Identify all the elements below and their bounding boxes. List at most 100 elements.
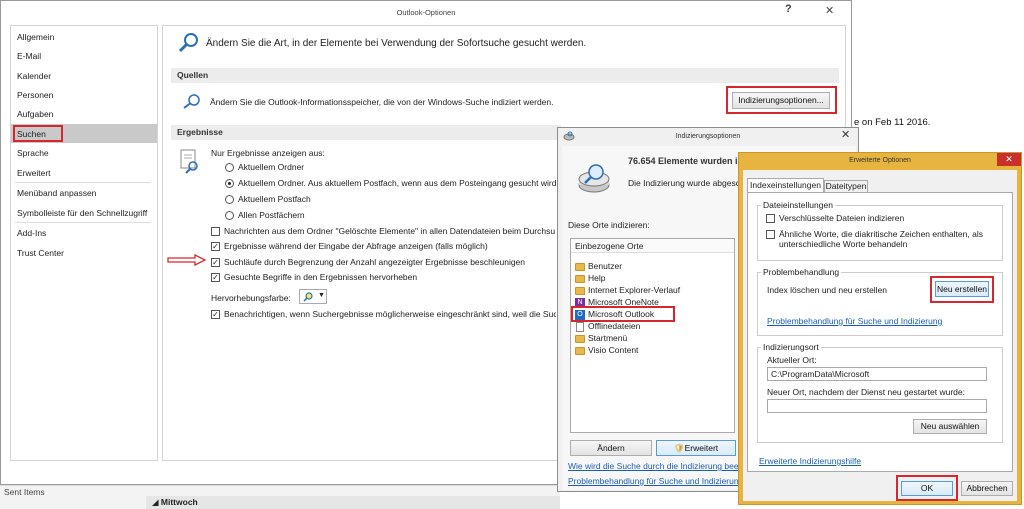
location-item[interactable]: Internet Explorer-Verlauf [588,285,680,295]
file-icon [576,322,584,332]
quellen-text: Ändern Sie die Outlook-Informationsspeic… [210,97,554,107]
check-show-while-typing-label: Ergebnisse während der Eingabe der Abfra… [224,241,488,251]
nav-item-addins[interactable]: Add-Ins [17,228,46,238]
help-button[interactable]: ? [785,3,792,15]
ok-highlight [896,475,958,501]
nav-item-kalender[interactable]: Kalender [17,71,51,81]
indexing-drive-icon [578,164,610,193]
advanced-troubleshoot-link[interactable]: Problembehandlung für Suche und Indizier… [767,316,942,326]
nav-item-allgemein[interactable]: Allgemein [17,32,54,42]
red-arrow-icon [167,254,207,266]
location-item[interactable]: Visio Content [588,345,638,355]
radio-all-mailboxes-label: Allen Postfächern [238,210,305,220]
radio-current-mailbox-label: Aktuellem Postfach [238,194,311,204]
current-location-field[interactable]: C:\ProgramData\Microsoft [767,367,987,381]
quellen-heading: Quellen [171,68,839,83]
check-notify-limited[interactable]: ✓ [211,310,220,319]
check-deleted-items-label: Nachrichten aus dem Ordner "Gelöschte El… [224,226,556,236]
radio-current-folder[interactable] [225,163,234,172]
folder-icon [575,275,585,283]
check-diacritics-label-line2: unterschiedliche Worte behandeln [779,239,908,249]
highlight-color-dropdown[interactable]: ▼ [299,289,327,304]
collapse-icon: ◢ [152,497,161,507]
radio-all-mailboxes[interactable] [225,211,234,220]
group-wednesday-label: Mittwoch [160,497,198,507]
advanced-title: Erweiterte Optionen [849,157,911,164]
chevron-down-icon: ▼ [318,292,325,299]
rebuild-highlight [930,276,994,303]
troubleshoot-link[interactable]: Problembehandlung für Suche und Indizier… [568,476,743,486]
folder-icon [575,263,585,271]
highlight-color-label: Hervorhebungsfarbe: [211,293,291,303]
folder-icon [575,347,585,355]
check-highlight-terms-label: Gesuchte Begriffe in den Ergebnissen her… [224,272,418,282]
radio-current-folder-label: Aktuellem Ordner [238,162,305,172]
modify-button[interactable]: Ändern [570,440,652,456]
indexing-close-button[interactable]: ✕ [841,128,850,141]
file-settings-label: Dateieinstellungen [761,200,835,210]
new-location-field[interactable] [767,399,987,413]
close-button[interactable]: ✕ [825,4,834,17]
locations-list-header[interactable]: Einbezogene Orte [571,239,734,253]
advanced-help-link[interactable]: Erweiterte Indizierungshilfe [759,456,861,466]
advanced-button-label: Erweitert [684,443,719,453]
advanced-options-window: Erweiterte Optionen ✕ Indexeinstellungen… [738,152,1022,505]
list-group-header [146,496,560,509]
location-item[interactable]: Benutzer [588,261,622,271]
window-title: Outlook-Optionen [396,8,456,17]
cancel-button[interactable]: Abbrechen [961,481,1013,496]
tab-indexeinstellungen[interactable]: Indexeinstellungen [747,178,824,192]
radio-current-mailbox[interactable] [225,195,234,204]
locations-label: Diese Orte indizieren: [568,220,650,230]
radio-current-folder-mailbox[interactable] [225,179,234,188]
nav-item-sprache[interactable]: Sprache [17,148,49,158]
location-item[interactable]: Startmenü [588,333,627,343]
nav-item-menueband[interactable]: Menüband anpassen [17,188,96,198]
advanced-close-button[interactable]: ✕ [997,153,1021,166]
select-new-button[interactable]: Neu auswählen [913,419,987,434]
group-wednesday[interactable]: ◢ Mittwoch [152,497,198,508]
background-date-text: e on Feb 11 2016. [854,117,931,128]
how-indexing-link[interactable]: Wie wird die Suche durch die Indizierung… [568,461,754,471]
results-icon [180,149,198,174]
shield-icon: 🛡 [673,443,685,453]
scope-label: Nur Ergebnisse anzeigen aus: [211,148,325,158]
check-deleted-items[interactable] [211,227,220,236]
check-encrypted-files[interactable] [766,214,775,223]
location-item[interactable]: Offlinedateien [588,321,640,331]
troubleshoot-label: Problembehandlung [761,267,842,277]
indexing-status-text: Die Indizierung wurde abgeschl [628,178,747,188]
check-show-while-typing[interactable]: ✓ [211,242,220,251]
nav-item-schnellzugriff[interactable]: Symbolleiste für den Schnellzugriff [17,208,147,218]
check-highlight-terms[interactable]: ✓ [211,273,220,282]
nav-item-erweitert[interactable]: Erweitert [17,168,51,178]
check-diacritics-label-line1: Ähnliche Worte, die diakritische Zeichen… [779,229,983,239]
nav-item-aufgaben[interactable]: Aufgaben [17,109,53,119]
check-diacritics[interactable] [766,230,775,239]
nav-item-email[interactable]: E-Mail [17,51,41,61]
check-encrypted-files-label: Verschlüsselte Dateien indizieren [779,213,905,223]
radio-current-folder-mailbox-label: Aktuellem Ordner. Aus aktuellem Postfach… [238,178,556,188]
tab-dateitypen[interactable]: Dateitypen [824,180,868,192]
nav-divider [15,222,151,223]
check-notify-limited-label: Benachrichtigen, wenn Suchergebnisse mög… [224,309,556,319]
sent-items-label[interactable]: Sent Items [4,487,45,497]
index-location-label: Indizierungsort [761,342,821,352]
nav-item-trust-center[interactable]: Trust Center [17,248,64,258]
indexing-title: Indizierungsoptionen [675,133,741,140]
current-location-label: Aktueller Ort: [767,355,817,365]
highlight-search-icon [303,292,313,302]
location-item[interactable]: Help [588,273,605,283]
rebuild-text: Index löschen und neu erstellen [767,285,888,295]
check-limit-results[interactable]: ✓ [211,258,220,267]
ergebnisse-heading: Ergebnisse [171,125,561,140]
search-icon [178,33,198,53]
outlook-location-highlight [571,306,675,322]
folder-icon [575,287,585,295]
advanced-button[interactable]: 🛡Erweitert [656,440,736,456]
nav-divider [15,182,151,183]
new-location-label: Neuer Ort, nachdem der Dienst neu gestar… [767,387,965,397]
folder-icon [575,335,585,343]
nav-suchen-highlight [13,125,63,142]
nav-item-personen[interactable]: Personen [17,90,53,100]
